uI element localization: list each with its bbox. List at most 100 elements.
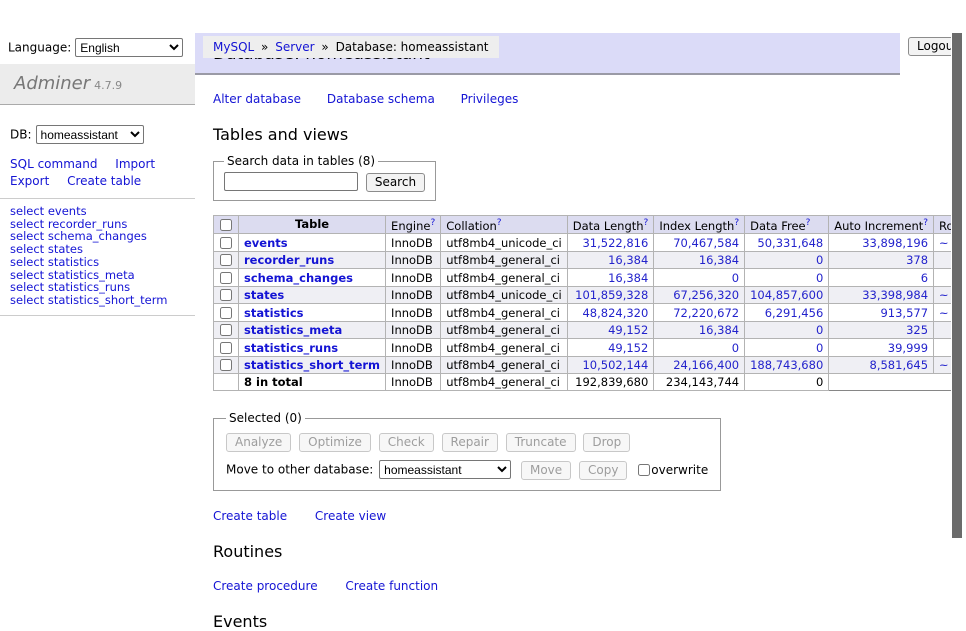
cell-data_free[interactable]: 0 [745, 339, 829, 357]
cell-data_free[interactable]: 0 [745, 269, 829, 287]
cell-index_length[interactable]: 16,384 [654, 321, 745, 339]
sidebar-action-import[interactable]: Import [115, 157, 155, 171]
cell-engine: InnoDB [386, 251, 441, 269]
table-header-row: TableEngine?Collation?Data Length?Index … [214, 215, 966, 234]
cell-data_free[interactable]: 50,331,648 [745, 234, 829, 252]
sidebar-action-export[interactable]: Export [10, 174, 49, 188]
row-checkbox-recorder_runs[interactable] [220, 254, 232, 266]
help-icon[interactable]: ? [806, 218, 811, 228]
breadcrumb-mysql[interactable]: MySQL [213, 40, 254, 54]
sidebar-select-statistics[interactable]: select statistics [10, 256, 195, 269]
cell-data_length[interactable]: 31,522,816 [567, 234, 654, 252]
row-checkbox-events[interactable] [220, 237, 232, 249]
search-input[interactable] [224, 172, 358, 191]
breadcrumb-server[interactable]: Server [275, 40, 314, 54]
cell-data_length[interactable]: 16,384 [567, 269, 654, 287]
total-collation: utf8mb4_general_ci [441, 374, 568, 391]
cell-index_length[interactable]: 0 [654, 269, 745, 287]
table-link-statistics_short_term[interactable]: statistics_short_term [244, 358, 380, 372]
table-row: schema_changes InnoDButf8mb4_general_ci16… [214, 269, 966, 287]
db-link-alter-database[interactable]: Alter database [213, 92, 301, 106]
link-create-table[interactable]: Create table [213, 509, 287, 523]
overwrite-checkbox[interactable] [638, 464, 650, 476]
cell-data_length[interactable]: 16,384 [567, 251, 654, 269]
link-create-procedure[interactable]: Create procedure [213, 579, 318, 593]
help-icon[interactable]: ? [644, 218, 649, 228]
scrollbar-track[interactable] [951, 33, 966, 576]
table-link-events[interactable]: events [244, 236, 288, 250]
sidebar-select-events[interactable]: select events [10, 205, 195, 218]
copy-button[interactable]: Copy [579, 461, 627, 480]
cell-data_free[interactable]: 104,857,600 [745, 286, 829, 304]
language-select[interactable]: English [75, 38, 183, 57]
row-checkbox-schema_changes[interactable] [220, 272, 232, 284]
help-icon[interactable]: ? [734, 218, 739, 228]
cell-auto_increment[interactable]: 913,577 [829, 304, 934, 322]
table-link-schema_changes[interactable]: schema_changes [244, 271, 353, 285]
help-icon[interactable]: ? [430, 218, 435, 228]
total-data-length: 192,839,680 [567, 374, 654, 391]
row-checkbox-statistics_short_term[interactable] [220, 359, 232, 371]
sidebar-action-sql-command[interactable]: SQL command [10, 157, 97, 171]
drop-button[interactable]: Drop [583, 433, 630, 452]
db-select[interactable]: homeassistant [36, 125, 144, 144]
cell-auto_increment[interactable]: 33,898,196 [829, 234, 934, 252]
truncate-button[interactable]: Truncate [506, 433, 576, 452]
cell-engine: InnoDB [386, 269, 441, 287]
table-link-statistics[interactable]: statistics [244, 306, 304, 320]
optimize-button[interactable]: Optimize [299, 433, 371, 452]
sidebar-action-create-table[interactable]: Create table [67, 174, 141, 188]
cell-auto_increment[interactable]: 6 [829, 269, 934, 287]
db-link-database-schema[interactable]: Database schema [327, 92, 435, 106]
cell-engine: InnoDB [386, 339, 441, 357]
move-label: Move to other database: [226, 463, 373, 477]
cell-index_length[interactable]: 72,220,672 [654, 304, 745, 322]
sidebar-select-statistics_short_term[interactable]: select statistics_short_term [10, 294, 195, 307]
table-link-statistics_meta[interactable]: statistics_meta [244, 323, 342, 337]
row-checkbox-statistics_meta[interactable] [220, 324, 232, 336]
cell-collation: utf8mb4_general_ci [441, 269, 568, 287]
cell-data_length[interactable]: 49,152 [567, 321, 654, 339]
link-create-view[interactable]: Create view [315, 509, 386, 523]
cell-data_length[interactable]: 101,859,328 [567, 286, 654, 304]
cell-data_length[interactable]: 10,502,144 [567, 356, 654, 374]
create-links: Create table Create view [213, 509, 966, 523]
select-all-checkbox[interactable] [220, 219, 232, 231]
search-button[interactable]: Search [366, 173, 425, 192]
cell-index_length[interactable]: 0 [654, 339, 745, 357]
adminer-logo[interactable]: Adminer4.7.9 [0, 64, 195, 105]
cell-auto_increment[interactable]: 8,581,645 [829, 356, 934, 374]
move-db-select[interactable]: homeassistant [379, 460, 511, 479]
analyze-button[interactable]: Analyze [226, 433, 291, 452]
cell-index_length[interactable]: 24,166,400 [654, 356, 745, 374]
check-button[interactable]: Check [379, 433, 434, 452]
repair-button[interactable]: Repair [442, 433, 498, 452]
row-checkbox-states[interactable] [220, 289, 232, 301]
cell-data_length[interactable]: 49,152 [567, 339, 654, 357]
cell-data_free[interactable]: 0 [745, 321, 829, 339]
row-checkbox-statistics[interactable] [220, 307, 232, 319]
help-icon[interactable]: ? [923, 218, 928, 228]
scrollbar-thumb[interactable] [952, 33, 962, 538]
cell-auto_increment[interactable]: 325 [829, 321, 934, 339]
sidebar-select-states[interactable]: select states [10, 243, 195, 256]
overwrite-label: overwrite [651, 463, 708, 477]
table-link-recorder_runs[interactable]: recorder_runs [244, 253, 334, 267]
cell-auto_increment[interactable]: 39,999 [829, 339, 934, 357]
db-link-privileges[interactable]: Privileges [461, 92, 519, 106]
cell-index_length[interactable]: 67,256,320 [654, 286, 745, 304]
help-icon[interactable]: ? [497, 218, 502, 228]
cell-data_free[interactable]: 6,291,456 [745, 304, 829, 322]
row-checkbox-statistics_runs[interactable] [220, 342, 232, 354]
cell-index_length[interactable]: 70,467,584 [654, 234, 745, 252]
cell-index_length[interactable]: 16,384 [654, 251, 745, 269]
table-link-states[interactable]: states [244, 288, 284, 302]
cell-data_free[interactable]: 188,743,680 [745, 356, 829, 374]
cell-data_free[interactable]: 0 [745, 251, 829, 269]
cell-auto_increment[interactable]: 33,398,984 [829, 286, 934, 304]
move-button[interactable]: Move [521, 461, 571, 480]
cell-auto_increment[interactable]: 378 [829, 251, 934, 269]
link-create-function[interactable]: Create function [345, 579, 438, 593]
cell-data_length[interactable]: 48,824,320 [567, 304, 654, 322]
table-link-statistics_runs[interactable]: statistics_runs [244, 341, 338, 355]
